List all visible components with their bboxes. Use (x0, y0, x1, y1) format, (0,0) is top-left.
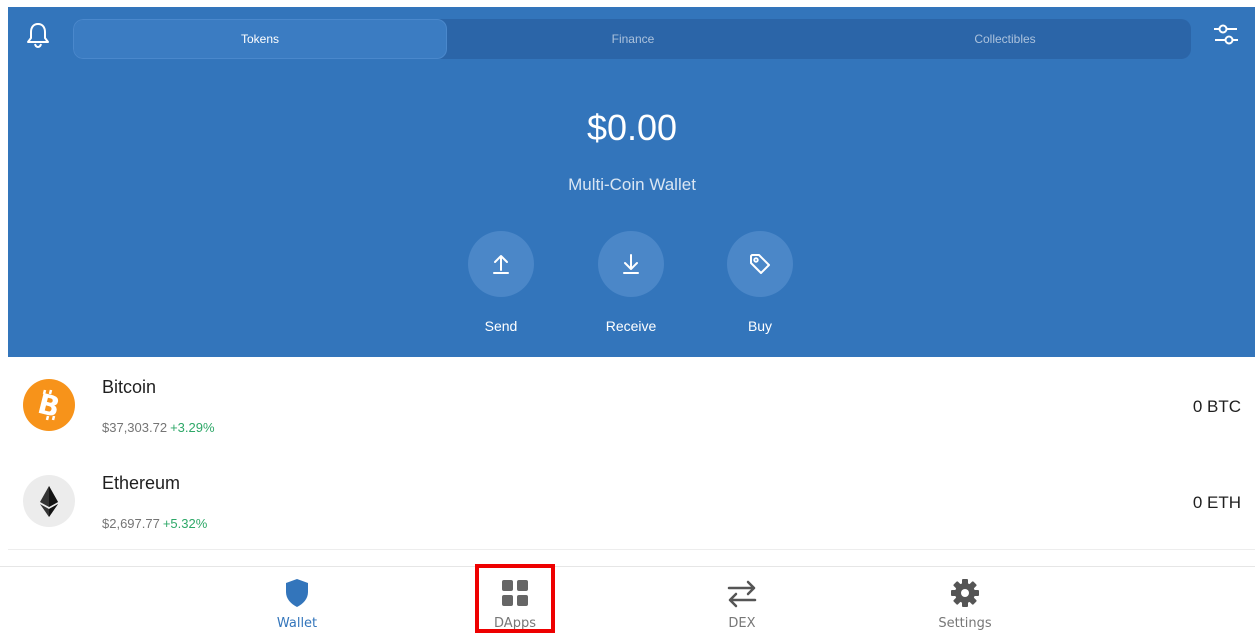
coin-price-change: +5.32% (162, 516, 208, 531)
svg-text:B: B (35, 387, 64, 424)
nav-label: DEX (728, 616, 756, 631)
coin-name: Bitcoin (102, 377, 157, 397)
coin-price-value: $37,303.72 (102, 420, 168, 435)
tab-tokens[interactable]: Tokens (73, 19, 447, 59)
bell-icon[interactable] (25, 21, 51, 49)
sliders-icon[interactable] (1212, 21, 1240, 49)
download-arrow-icon (598, 231, 664, 297)
ethereum-icon (23, 475, 75, 527)
gear-icon (920, 577, 1010, 609)
send-label: Send (484, 318, 518, 334)
upload-arrow-icon (468, 231, 534, 297)
swap-arrows-icon (697, 577, 787, 609)
coin-price-value: $2,697.77 (102, 516, 160, 531)
coin-price-change: +3.29% (170, 420, 215, 435)
receive-label: Receive (605, 318, 657, 334)
buy-button[interactable]: Buy (720, 231, 800, 334)
tab-finance[interactable]: Finance (447, 19, 819, 59)
nav-wallet[interactable]: Wallet (252, 577, 342, 631)
tab-collectibles[interactable]: Collectibles (819, 19, 1191, 59)
nav-dex[interactable]: DEX (697, 577, 787, 631)
nav-label: Wallet (276, 616, 318, 631)
coin-balance: 0 BTC (1192, 397, 1241, 416)
tag-icon (727, 231, 793, 297)
buy-label: Buy (747, 318, 773, 334)
asset-tabs: Tokens Finance Collectibles (73, 19, 1191, 59)
total-balance: $0.00 (586, 107, 678, 148)
wallet-name: Multi-Coin Wallet (568, 175, 696, 194)
bottom-navigation: Wallet DApps DEX Settings (0, 566, 1255, 633)
receive-button[interactable]: Receive (591, 231, 671, 334)
coin-price: $37,303.72 +3.29% (102, 420, 215, 435)
shield-icon (252, 577, 342, 609)
coin-row-ethereum[interactable]: Ethereum $2,697.77 +5.32% 0 ETH (8, 453, 1255, 550)
bitcoin-icon: B (23, 379, 75, 431)
highlight-box (475, 564, 555, 633)
nav-label: Settings (938, 616, 992, 631)
coin-name: Ethereum (102, 473, 181, 493)
wallet-header: Tokens Finance Collectibles $0.00 Multi-… (8, 7, 1255, 357)
coin-balance: 0 ETH (1192, 493, 1241, 512)
send-button[interactable]: Send (461, 231, 541, 334)
coin-price: $2,697.77 +5.32% (102, 516, 207, 531)
nav-settings[interactable]: Settings (920, 577, 1010, 631)
coin-row-bitcoin[interactable]: B Bitcoin $37,303.72 +3.29% 0 BTC (8, 357, 1255, 454)
